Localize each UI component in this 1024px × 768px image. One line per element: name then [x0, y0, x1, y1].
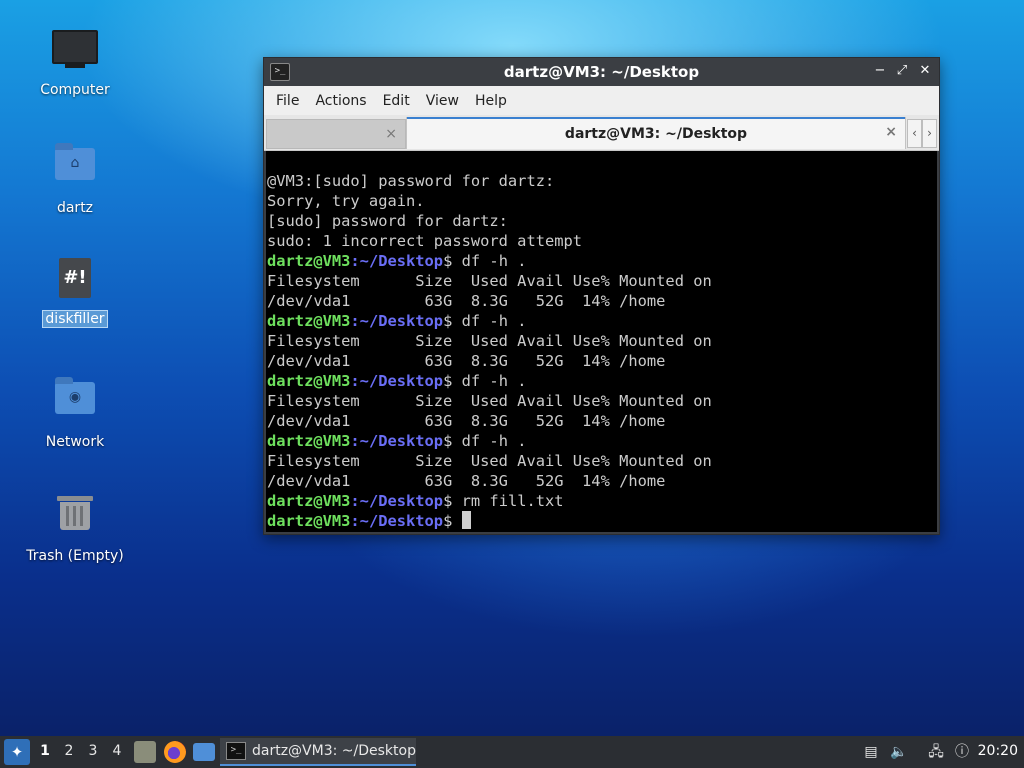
- prompt-user: dartz@VM3: [267, 432, 351, 450]
- desktop-icon-computer[interactable]: Computer: [20, 22, 130, 98]
- prompt-user: dartz@VM3: [267, 492, 351, 510]
- prompt-symbol: $: [443, 492, 453, 510]
- minimize-icon[interactable]: −: [871, 62, 889, 80]
- terminal-line: /dev/vda1 63G 8.3G 52G 14% /home: [267, 292, 666, 310]
- firefox-icon[interactable]: [164, 741, 186, 763]
- desktop-icon-label: diskfiller: [42, 310, 108, 328]
- menu-view[interactable]: View: [418, 93, 467, 109]
- tab-close-icon[interactable]: ×: [885, 124, 897, 140]
- desktop-icon-trash[interactable]: Trash (Empty): [20, 488, 130, 564]
- tab-scroll-right-icon[interactable]: ›: [922, 119, 937, 148]
- terminal-line: dartz@VM3:~/Desktop$: [267, 511, 937, 531]
- tab-scroll-left-icon[interactable]: ‹: [907, 119, 922, 148]
- terminal-line: dartz@VM3:~/Desktop$ df -h .: [267, 251, 937, 271]
- tab-close-icon[interactable]: ×: [385, 126, 397, 142]
- terminal-line: dartz@VM3:~/Desktop$ rm fill.txt: [267, 491, 937, 511]
- tab-bar: × dartz@VM3: ~/Desktop × ‹ ›: [264, 115, 939, 151]
- desktop-icon-label: Network: [45, 434, 105, 450]
- file-manager-icon[interactable]: [134, 741, 156, 763]
- terminal-task-icon: >_: [226, 742, 246, 760]
- window-title: dartz@VM3: ~/Desktop: [503, 63, 700, 81]
- terminal-line: @VM3:[sudo] password for dartz:: [267, 172, 555, 190]
- tab-inactive[interactable]: ×: [266, 119, 406, 149]
- terminal-line: Sorry, try again.: [267, 192, 425, 210]
- menu-file[interactable]: File: [268, 93, 307, 109]
- terminal-line: sudo: 1 incorrect password attempt: [267, 232, 583, 250]
- terminal-output[interactable]: @VM3:[sudo] password for dartz: Sorry, tr…: [266, 151, 937, 532]
- menu-edit[interactable]: Edit: [375, 93, 418, 109]
- trash-icon: [51, 496, 99, 544]
- terminal-app-icon[interactable]: >_: [270, 63, 290, 81]
- workspace-3[interactable]: 3: [85, 743, 101, 759]
- command-text: rm fill.txt: [452, 492, 564, 510]
- tab-label: dartz@VM3: ~/Desktop: [564, 125, 748, 142]
- volume-icon[interactable]: 🔈: [889, 742, 909, 762]
- show-desktop-icon[interactable]: [193, 743, 215, 761]
- window-titlebar[interactable]: >_ dartz@VM3: ~/Desktop − ⤢ ✕: [264, 58, 939, 86]
- network-tray-icon[interactable]: 🖧: [926, 742, 946, 762]
- prompt-path: :~/Desktop: [350, 432, 444, 450]
- command-text: [452, 512, 461, 530]
- menu-actions[interactable]: Actions: [307, 93, 374, 109]
- close-icon[interactable]: ✕: [916, 62, 934, 80]
- maximize-icon[interactable]: ⤢: [893, 62, 911, 80]
- prompt-symbol: $: [443, 312, 453, 330]
- tab-active[interactable]: dartz@VM3: ~/Desktop ×: [406, 117, 906, 149]
- terminal-window[interactable]: >_ dartz@VM3: ~/Desktop − ⤢ ✕ File Actio…: [263, 57, 940, 535]
- terminal-line: Filesystem Size Used Avail Use% Mounted …: [267, 452, 712, 470]
- workspace-4[interactable]: 4: [109, 743, 125, 759]
- clock[interactable]: 20:20: [978, 743, 1018, 759]
- application-menu-icon[interactable]: ✦: [4, 739, 30, 765]
- desktop-icon-label: dartz: [56, 200, 94, 216]
- prompt-path: :~/Desktop: [350, 252, 444, 270]
- desktop-icon-home[interactable]: ⌂ dartz: [20, 138, 130, 216]
- command-text: df -h .: [452, 432, 527, 450]
- terminal-line: dartz@VM3:~/Desktop$ df -h .: [267, 431, 937, 451]
- prompt-path: :~/Desktop: [350, 312, 444, 330]
- desktop-icon-label: Trash (Empty): [26, 548, 124, 564]
- desktop-icon-label: Computer: [40, 82, 110, 98]
- computer-icon: [51, 30, 99, 78]
- prompt-symbol: $: [443, 432, 453, 450]
- terminal-line: /dev/vda1 63G 8.3G 52G 14% /home: [267, 412, 666, 430]
- desktop-icon-network[interactable]: ◉ Network: [20, 372, 130, 450]
- terminal-line: dartz@VM3:~/Desktop$ df -h .: [267, 311, 937, 331]
- workspace-1[interactable]: 1: [37, 743, 53, 759]
- terminal-line: Filesystem Size Used Avail Use% Mounted …: [267, 272, 712, 290]
- update-notification-icon[interactable]: ⓘ: [952, 742, 972, 762]
- terminal-line: /dev/vda1 63G 8.3G 52G 14% /home: [267, 472, 666, 490]
- terminal-cursor: [461, 511, 471, 529]
- menu-bar: File Actions Edit View Help: [264, 86, 939, 115]
- terminal-line: Filesystem Size Used Avail Use% Mounted …: [267, 332, 712, 350]
- clipboard-icon[interactable]: ▤: [861, 742, 881, 762]
- workspace-2[interactable]: 2: [61, 743, 77, 759]
- command-text: df -h .: [452, 312, 527, 330]
- prompt-path: :~/Desktop: [350, 492, 444, 510]
- prompt-symbol: $: [443, 252, 453, 270]
- prompt-path: :~/Desktop: [350, 372, 444, 390]
- prompt-user: dartz@VM3: [267, 252, 351, 270]
- taskbar-task-label: dartz@VM3: ~/Desktop: [252, 743, 416, 759]
- prompt-user: dartz@VM3: [267, 372, 351, 390]
- taskbar: ✦ 1 2 3 4 >_ dartz@VM3: ~/Desktop ▤ 🔈 🖧 …: [0, 736, 1024, 768]
- home-folder-icon: ⌂: [51, 143, 99, 196]
- command-text: df -h .: [452, 252, 527, 270]
- prompt-user: dartz@VM3: [267, 312, 351, 330]
- prompt-symbol: $: [443, 372, 453, 390]
- network-folder-icon: ◉: [51, 377, 99, 430]
- prompt-symbol: $: [443, 512, 453, 530]
- prompt-path: :~/Desktop: [350, 512, 444, 530]
- terminal-line: /dev/vda1 63G 8.3G 52G 14% /home: [267, 352, 666, 370]
- terminal-line: [sudo] password for dartz:: [267, 212, 508, 230]
- taskbar-task-terminal[interactable]: >_ dartz@VM3: ~/Desktop: [220, 738, 416, 766]
- command-text: df -h .: [452, 372, 527, 390]
- desktop-icon-diskfiller[interactable]: #! diskfiller: [20, 254, 130, 328]
- menu-help[interactable]: Help: [467, 93, 515, 109]
- terminal-line: dartz@VM3:~/Desktop$ df -h .: [267, 371, 937, 391]
- script-file-icon: #!: [51, 258, 99, 306]
- prompt-user: dartz@VM3: [267, 512, 351, 530]
- terminal-line: Filesystem Size Used Avail Use% Mounted …: [267, 392, 712, 410]
